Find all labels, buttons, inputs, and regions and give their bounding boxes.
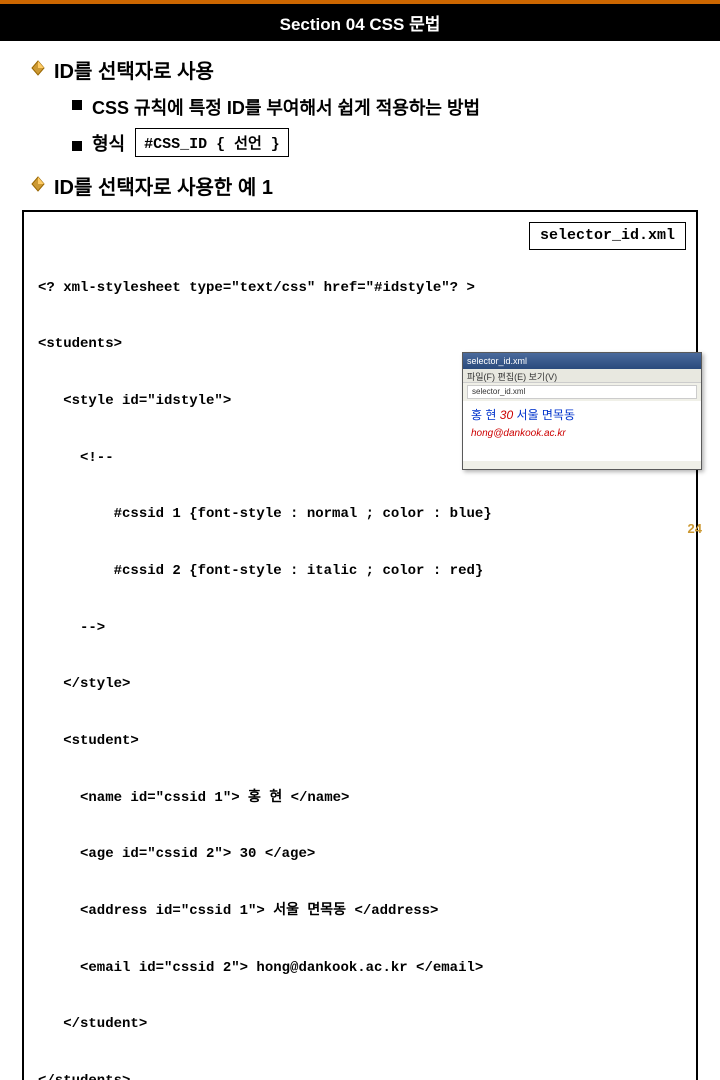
code-line: <name id="cssid 1"> 홍 현 </name> <box>38 789 686 808</box>
square-icon <box>72 141 82 151</box>
browser-menubar: 파일(F) 편집(E) 보기(V) <box>463 369 701 383</box>
square-icon <box>72 100 82 110</box>
browser-content-area: 홍 현 30 서울 면목동 hong@dankook.ac.kr <box>463 401 701 461</box>
code-line: <student> <box>38 732 686 751</box>
bullet-item-2: ID를 선택자로 사용한 예 1 <box>0 171 720 200</box>
browser-title-text: selector_id.xml <box>467 356 527 366</box>
rendered-address: 서울 면목동 <box>516 408 575 422</box>
sub-2-text: 형식 <box>92 130 125 156</box>
code-line: <email id="cssid 2"> hong@dankook.ac.kr … <box>38 959 686 978</box>
rendered-name: 홍 현 <box>471 408 496 422</box>
code-line: #cssid 1 {font-style : normal ; color : … <box>38 505 686 524</box>
section-title: Section 04 CSS 문법 <box>280 15 441 34</box>
code-line: <address id="cssid 1"> 서울 면목동 </address> <box>38 902 686 921</box>
filename-label: selector_id.xml <box>529 222 686 250</box>
sub-bullet-2: 형식 #CSS_ID { 선언 } <box>0 128 720 157</box>
browser-titlebar: selector_id.xml <box>463 353 701 369</box>
code-line: #cssid 2 {font-style : italic ; color : … <box>38 562 686 581</box>
code-line: <age id="cssid 2"> 30 </age> <box>38 845 686 864</box>
bullet-item-1: ID를 선택자로 사용 <box>0 55 720 84</box>
code-example-box: selector_id.xml <? xml-stylesheet type="… <box>22 210 698 1080</box>
bullet-1-text: ID를 선택자로 사용 <box>54 55 214 84</box>
bullet-2-text: ID를 선택자로 사용한 예 1 <box>54 171 273 200</box>
section-header: Section 04 CSS 문법 <box>0 0 720 41</box>
diamond-icon <box>28 59 48 77</box>
browser-addressbar: selector_id.xml <box>467 385 697 399</box>
code-line: </students> <box>38 1072 686 1080</box>
code-line: --> <box>38 619 686 638</box>
code-line: </student> <box>38 1015 686 1034</box>
code-line: </style> <box>38 675 686 694</box>
rendered-age: 30 <box>500 408 513 422</box>
code-line: <? xml-stylesheet type="text/css" href="… <box>38 279 686 298</box>
rendered-email: hong@dankook.ac.kr <box>471 428 566 439</box>
sub-bullet-1: CSS 규칙에 특정 ID를 부여해서 쉽게 적용하는 방법 <box>0 94 720 120</box>
browser-preview-window: selector_id.xml 파일(F) 편집(E) 보기(V) select… <box>462 352 702 470</box>
page-number: 24 <box>688 521 702 536</box>
sub-1-text: CSS 규칙에 특정 ID를 부여해서 쉽게 적용하는 방법 <box>92 94 480 120</box>
diamond-icon <box>28 175 48 193</box>
format-box: #CSS_ID { 선언 } <box>135 128 289 157</box>
